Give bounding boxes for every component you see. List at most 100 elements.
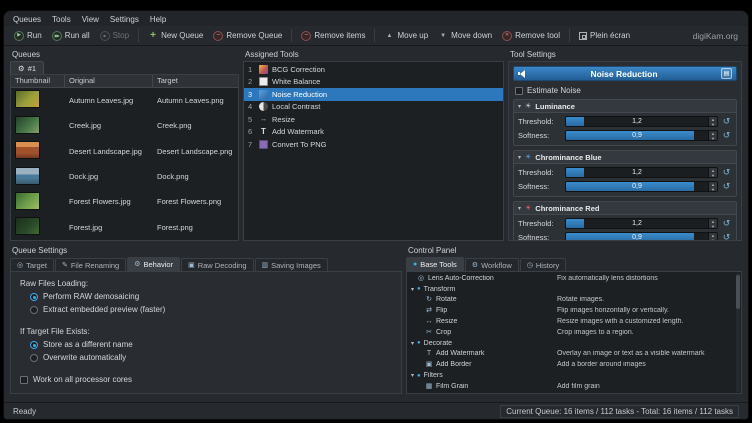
reset-icon[interactable]: ↺ — [721, 233, 732, 241]
softness-slider[interactable]: 0,9 ▲▼ — [565, 232, 718, 241]
run-all-button[interactable]: ▶▶ Run all — [48, 30, 94, 42]
column-target[interactable]: Target — [153, 75, 238, 87]
tab-label: Base Tools — [420, 260, 457, 269]
tree-scrollbar[interactable] — [736, 273, 740, 392]
reset-icon[interactable]: ↺ — [721, 117, 732, 126]
threshold-slider[interactable]: 1,2 ▲▼ — [565, 116, 718, 127]
option-store-different-name[interactable]: Store as a different name — [30, 340, 392, 349]
table-row[interactable]: Autumn Leaves.jpg Autumn Leaves.png — [11, 88, 238, 113]
spin-buttons[interactable]: ▲▼ — [708, 131, 717, 140]
table-row[interactable]: Forest Flowers.jpg Forest Flowers.png — [11, 189, 238, 214]
remove-tool-button[interactable]: ✕ Remove tool — [498, 30, 564, 42]
tree-category-decorate[interactable]: ▾ ● Decorate — [407, 338, 741, 349]
tree-item-film-grain[interactable]: ▦ Film Grain Add film grain — [407, 381, 741, 392]
luminance-icon: ☀ — [525, 103, 531, 110]
table-row[interactable]: Creek.jpg Creek.png — [11, 113, 238, 138]
reset-icon[interactable]: ↺ — [721, 131, 732, 140]
move-up-button[interactable]: ▲ Move up — [380, 30, 432, 42]
tab-saving-images[interactable]: ▥ Saving Images — [255, 258, 328, 271]
spin-buttons[interactable]: ▲▼ — [708, 219, 717, 228]
cores-checkbox[interactable] — [20, 376, 28, 384]
new-queue-button[interactable]: + New Queue — [144, 30, 207, 42]
group-label: Luminance — [535, 102, 575, 111]
tree-item-lens-auto-correction[interactable]: ◎ Lens Auto-Correction Fix automatically… — [407, 273, 741, 284]
menubar: Queues Tools View Settings Help — [4, 11, 748, 26]
convert-png-icon — [259, 140, 268, 149]
option-label: Store as a different name — [43, 340, 133, 349]
estimate-noise-checkbox[interactable] — [515, 87, 523, 95]
threshold-slider[interactable]: 1,2 ▲▼ — [565, 167, 718, 178]
move-down-button[interactable]: ▼ Move down — [434, 30, 496, 42]
radio[interactable] — [30, 306, 38, 314]
table-row[interactable]: Forest.jpg Forest.png — [11, 215, 238, 240]
tree-category-transform[interactable]: ▾ ● Transform — [407, 284, 741, 295]
softness-label: Softness: — [518, 233, 562, 241]
tree-item-flip[interactable]: ⇄ Flip Flip images horizontally or verti… — [407, 305, 741, 316]
menu-queues[interactable]: Queues — [13, 15, 41, 24]
tab-target[interactable]: ◎ Target — [10, 258, 54, 271]
menu-settings[interactable]: Settings — [110, 15, 139, 24]
assigned-tool-bcg-correction[interactable]: 1 BCG Correction — [244, 63, 503, 76]
radio[interactable] — [30, 354, 38, 362]
menu-view[interactable]: View — [82, 15, 99, 24]
spin-buttons[interactable]: ▲▼ — [708, 182, 717, 191]
option-perform-raw-demosaicing[interactable]: Perform RAW demosaicing — [30, 292, 392, 301]
disk-icon: ▥ — [262, 262, 269, 269]
threshold-slider[interactable]: 1,2 ▲▼ — [565, 218, 718, 229]
option-extract-embedded-preview[interactable]: Extract embedded preview (faster) — [30, 305, 392, 314]
menu-tools[interactable]: Tools — [52, 15, 71, 24]
bcg-correction-icon — [259, 65, 268, 74]
reset-icon[interactable]: ↺ — [721, 182, 732, 191]
tree-item-color-effects[interactable]: ◑ Color Effects Apply color effects — [407, 392, 741, 393]
assigned-tool-noise-reduction[interactable]: 3 Noise Reduction — [244, 88, 503, 101]
tab-history[interactable]: ◷ History — [520, 258, 566, 271]
table-row[interactable]: Dock.jpg Dock.png — [11, 164, 238, 189]
tree-item-resize[interactable]: ↔ Resize Resize images with a customized… — [407, 316, 741, 327]
assigned-tool-local-contrast[interactable]: 4 Local Contrast — [244, 101, 503, 114]
option-overwrite-automatically[interactable]: Overwrite automatically — [30, 353, 392, 362]
tree-item-add-watermark[interactable]: T Add Watermark Overlay an image or text… — [407, 349, 741, 360]
tool-desc: Overlay an image or text as a visible wa… — [557, 350, 741, 357]
assigned-tool-convert-to-png[interactable]: 7 Convert To PNG — [244, 138, 503, 151]
assigned-tool-resize[interactable]: 5 ↔ Resize — [244, 113, 503, 126]
column-original[interactable]: Original — [65, 75, 153, 87]
assigned-tool-white-balance[interactable]: 2 White Balance — [244, 76, 503, 89]
reset-icon[interactable]: ↺ — [721, 168, 732, 177]
column-thumbnail[interactable]: Thumbnail — [11, 75, 65, 87]
spin-buttons[interactable]: ▲▼ — [708, 117, 717, 126]
softness-slider[interactable]: 0,9 ▲▼ — [565, 130, 718, 141]
reset-icon[interactable]: ↺ — [721, 219, 732, 228]
queue-tab-1[interactable]: ⚙ #1 — [10, 61, 44, 74]
remove-items-button[interactable]: − Remove items — [297, 30, 369, 42]
tab-behavior[interactable]: ⚙ Behavior — [127, 257, 180, 271]
tree-item-crop[interactable]: ✂ Crop Crop images to a region. — [407, 327, 741, 338]
tool-number: 6 — [248, 127, 255, 136]
stop-button[interactable]: ■ Stop — [96, 30, 133, 42]
tree-item-add-border[interactable]: ▣ Add Border Add a border around images — [407, 359, 741, 370]
tool-menu-button[interactable]: ▤ — [721, 68, 732, 79]
behavior-tab-content: Raw Files Loading: Perform RAW demosaici… — [10, 271, 402, 394]
radio-selected[interactable] — [30, 341, 38, 349]
chrominance-blue-group-header[interactable]: ▾ ☀ Chrominance Blue — [514, 151, 736, 164]
table-row[interactable]: Desert Landscape.jpg Desert Landscape.pn… — [11, 138, 238, 163]
spin-buttons[interactable]: ▲▼ — [708, 168, 717, 177]
spin-buttons[interactable]: ▲▼ — [708, 233, 717, 241]
fullscreen-button[interactable]: Plein écran — [575, 30, 634, 41]
run-button[interactable]: ▶ Run — [10, 30, 46, 42]
remove-queue-button[interactable]: − Remove Queue — [209, 30, 286, 42]
tab-file-renaming[interactable]: ✎ File Renaming — [55, 258, 126, 271]
assigned-tool-add-watermark[interactable]: 6 T Add Watermark — [244, 126, 503, 139]
tab-workflow[interactable]: ⚙ Workflow — [465, 258, 519, 271]
estimate-noise-option[interactable]: Estimate Noise — [515, 86, 735, 95]
option-all-processor-cores[interactable]: Work on all processor cores — [20, 375, 392, 384]
tree-category-filters[interactable]: ▾ ● Filters — [407, 370, 741, 381]
radio-selected[interactable] — [30, 293, 38, 301]
chrominance-red-group-header[interactable]: ▾ ☀ Chrominance Red — [514, 202, 736, 215]
luminance-group-header[interactable]: ▾ ☀ Luminance — [514, 100, 736, 113]
scrollbar-thumb[interactable] — [736, 275, 740, 309]
softness-slider[interactable]: 0,9 ▲▼ — [565, 181, 718, 192]
tab-raw-decoding[interactable]: ▣ Raw Decoding — [181, 258, 253, 271]
menu-help[interactable]: Help — [150, 15, 166, 24]
tab-base-tools[interactable]: ● Base Tools — [406, 257, 464, 271]
tree-item-rotate[interactable]: ↻ Rotate Rotate images. — [407, 295, 741, 306]
